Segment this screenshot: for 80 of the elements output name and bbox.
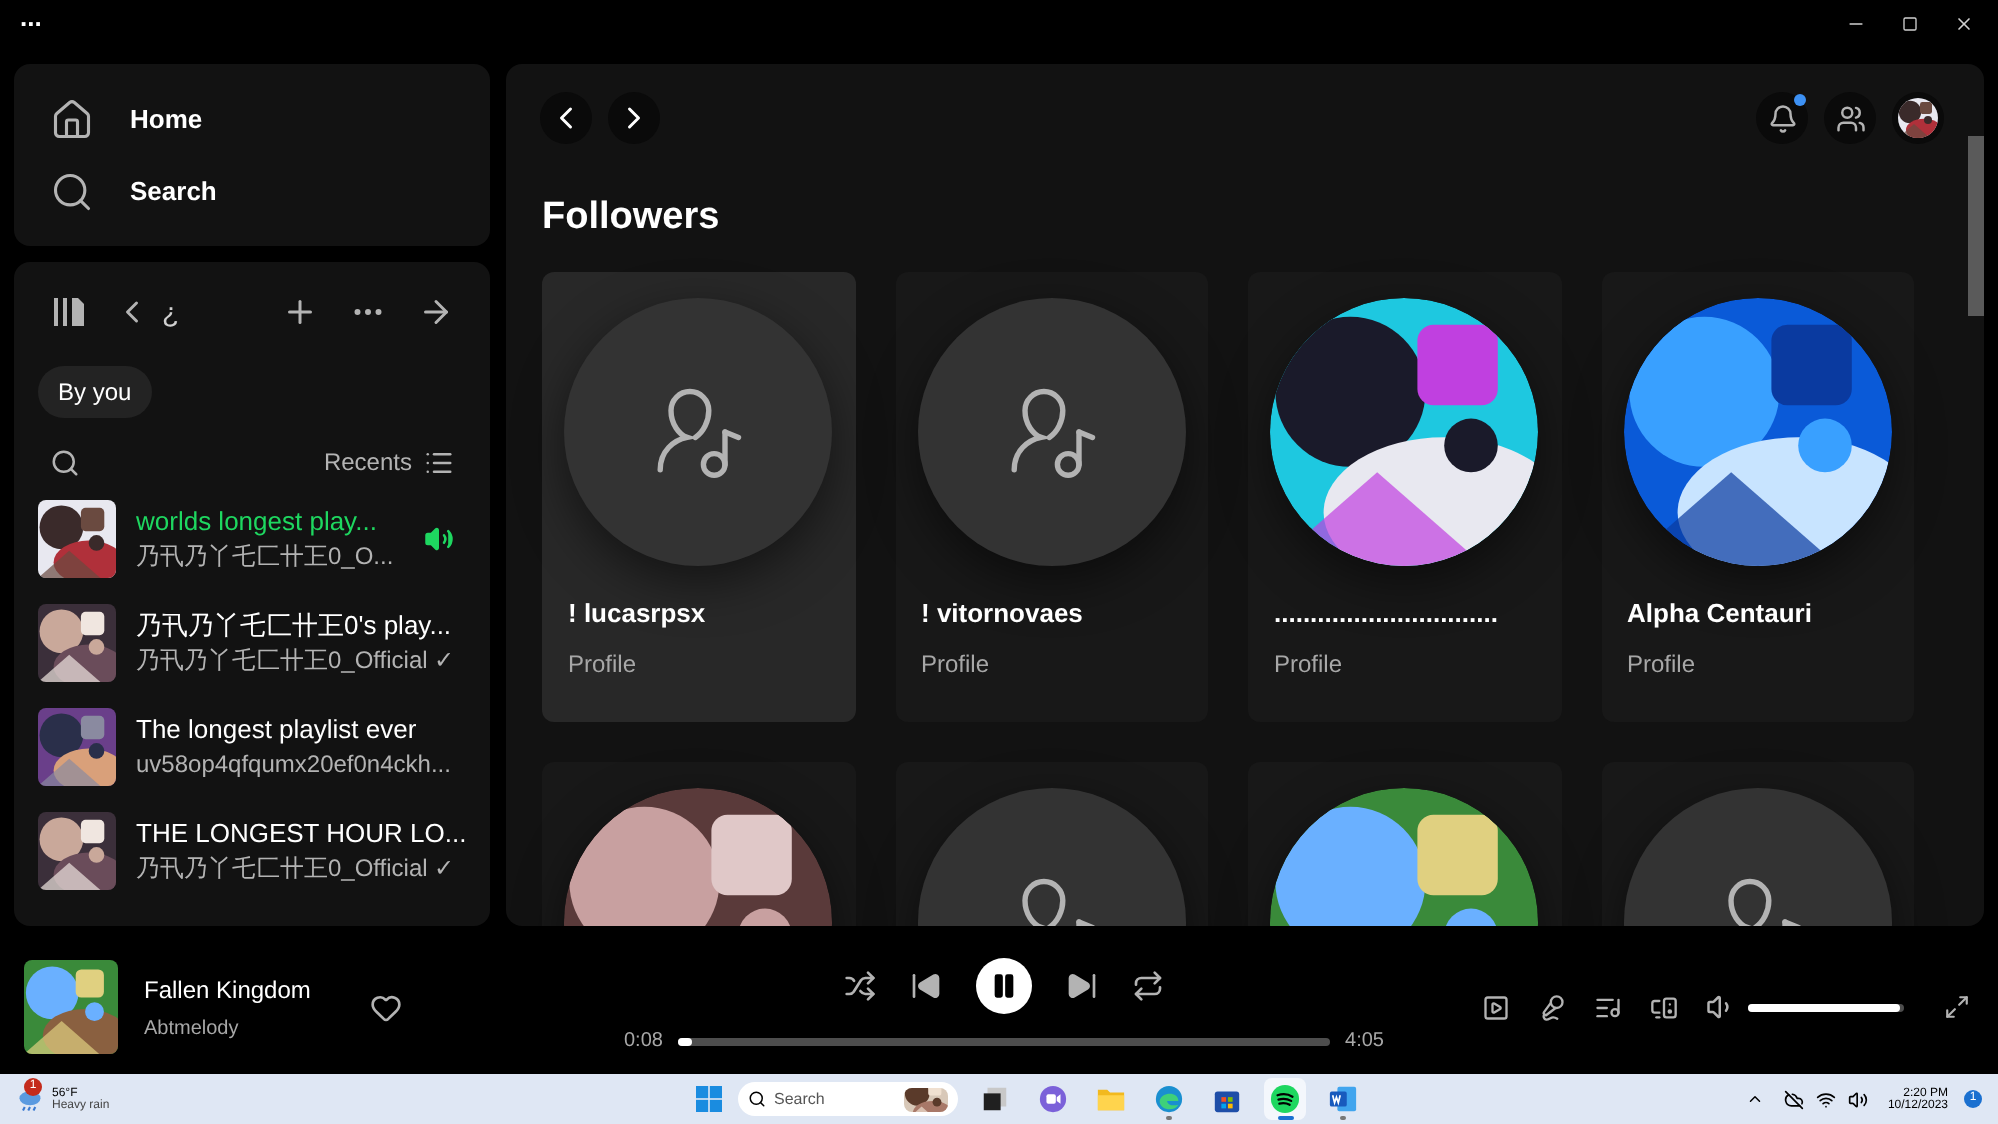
playlist-owner: 乃卂乃丫乇匚卄㠪0_Official ✓ <box>136 645 457 675</box>
folder-icon <box>1096 1084 1126 1114</box>
section-title: Followers <box>540 194 722 242</box>
back-button[interactable] <box>540 92 592 144</box>
speaker-icon <box>424 523 454 553</box>
list-icon <box>424 447 454 477</box>
playlist-title: 乃卂乃丫乇匚卄㠪0's play... <box>136 609 454 641</box>
profile-name: ............................... <box>1274 596 1500 632</box>
pause-button[interactable] <box>976 958 1032 1014</box>
scrollbar[interactable] <box>1968 136 1984 316</box>
profile-name: ! vitornovaes <box>921 596 1085 632</box>
filter-chip[interactable]: By you <box>38 366 152 418</box>
microphone-icon[interactable] <box>1538 993 1566 1021</box>
next-icon[interactable] <box>1066 970 1098 1002</box>
friends-button[interactable] <box>1824 92 1876 144</box>
profile-card[interactable]: ! lucasrpsx Profile <box>542 272 855 722</box>
taskbar-search-box[interactable]: Search <box>738 1082 958 1116</box>
like-icon[interactable] <box>370 991 403 1023</box>
cloud-off-icon[interactable] <box>1783 1089 1804 1109</box>
playlist-title: THE LONGEST HOUR LO... <box>136 817 466 849</box>
elapsed-time: 0:08 <box>624 1028 663 1056</box>
playlist-title: worlds longest play... <box>136 505 379 537</box>
profile-type: Profile <box>1274 647 1345 681</box>
library-icon[interactable] <box>50 292 90 332</box>
playlist-title: The longest playlist ever <box>136 713 419 745</box>
profile-type: Profile <box>1627 647 1698 681</box>
library-label: ¿ <box>162 293 180 331</box>
add-icon[interactable] <box>282 294 318 330</box>
speaker-icon[interactable] <box>1847 1089 1868 1109</box>
track-title[interactable]: Fallen Kingdom <box>144 971 311 1007</box>
nav-link[interactable]: Search <box>50 169 454 213</box>
start-icon[interactable] <box>696 1086 722 1112</box>
repeat-icon[interactable] <box>1132 970 1164 1002</box>
device-icon[interactable] <box>1650 993 1678 1021</box>
notifications-button[interactable] <box>1756 92 1808 144</box>
playlist-owner: uv58op4qfqumx20ef0n4ckh... <box>136 749 453 779</box>
close-icon[interactable] <box>1954 14 1974 34</box>
profile-type: Profile <box>921 647 992 681</box>
total-time: 4:05 <box>1345 1028 1384 1056</box>
shuffle-icon[interactable] <box>844 970 876 1002</box>
profile-name: Alpha Centauri <box>1627 596 1814 632</box>
search-input[interactable]: Search <box>774 1087 886 1111</box>
document-app-icon <box>1328 1084 1358 1114</box>
playlist-item[interactable]: The longest playlist ever uv58op4qfqumx20ef0n4ckh... <box>38 706 466 786</box>
chevron-up-icon[interactable] <box>1745 1090 1764 1108</box>
menu-dots[interactable]: ... <box>20 3 42 29</box>
wifi-icon[interactable] <box>1815 1089 1836 1109</box>
profile-card[interactable]: ............................... Profile <box>1248 272 1561 722</box>
playlist-item[interactable]: 乃卂乃丫乇匚卄㠪0's play... 乃卂乃丫乇匚卄㠪0_Official ✓ <box>38 602 466 682</box>
window-stack-icon <box>980 1084 1010 1114</box>
forward-button[interactable] <box>608 92 660 144</box>
playlist-owner: 乃卂乃丫乇匚卄㠪0_O... <box>136 541 396 571</box>
fullscreen-icon[interactable] <box>1944 994 1970 1020</box>
profile-card[interactable]: ! vitornovaes Profile <box>895 272 1208 722</box>
progress-track[interactable] <box>678 1037 1330 1045</box>
expand-arrow-icon[interactable] <box>418 294 454 330</box>
playlist-item[interactable]: worlds longest play... 乃卂乃丫乇匚卄㠪0_O... <box>38 498 466 578</box>
play-square-icon[interactable] <box>1482 993 1510 1021</box>
previous-icon[interactable] <box>910 970 942 1002</box>
restore-icon[interactable] <box>1902 16 1918 32</box>
people-icon <box>1835 103 1865 133</box>
browser-icon <box>1154 1084 1184 1114</box>
profile-name: ! lucasrpsx <box>568 596 708 632</box>
profile-type: Profile <box>568 647 639 681</box>
playlist-owner: 乃卂乃丫乇匚卄㠪0_Official ✓ <box>136 853 457 883</box>
profile-card[interactable]: Alpha Centauri Profile <box>1601 272 1914 722</box>
taskbar-app[interactable] <box>1264 1078 1306 1120</box>
nav-link[interactable]: Home <box>50 97 454 141</box>
search-icon <box>748 1090 766 1108</box>
music-app-icon <box>1270 1084 1300 1114</box>
bell-icon <box>1767 103 1797 133</box>
track-artist[interactable]: Abtmelody <box>144 1013 311 1043</box>
pause-icon <box>990 972 1018 1000</box>
sort-button[interactable]: Recents <box>323 444 454 480</box>
search-icon[interactable] <box>50 447 80 477</box>
chat-camera-icon <box>1038 1084 1068 1114</box>
home-icon <box>50 97 94 141</box>
queue-icon[interactable] <box>1594 993 1622 1021</box>
playlist-item[interactable]: THE LONGEST HOUR LO... 乃卂乃丫乇匚卄㠪0_Official ✓ <box>38 810 466 890</box>
search-icon <box>50 169 94 213</box>
